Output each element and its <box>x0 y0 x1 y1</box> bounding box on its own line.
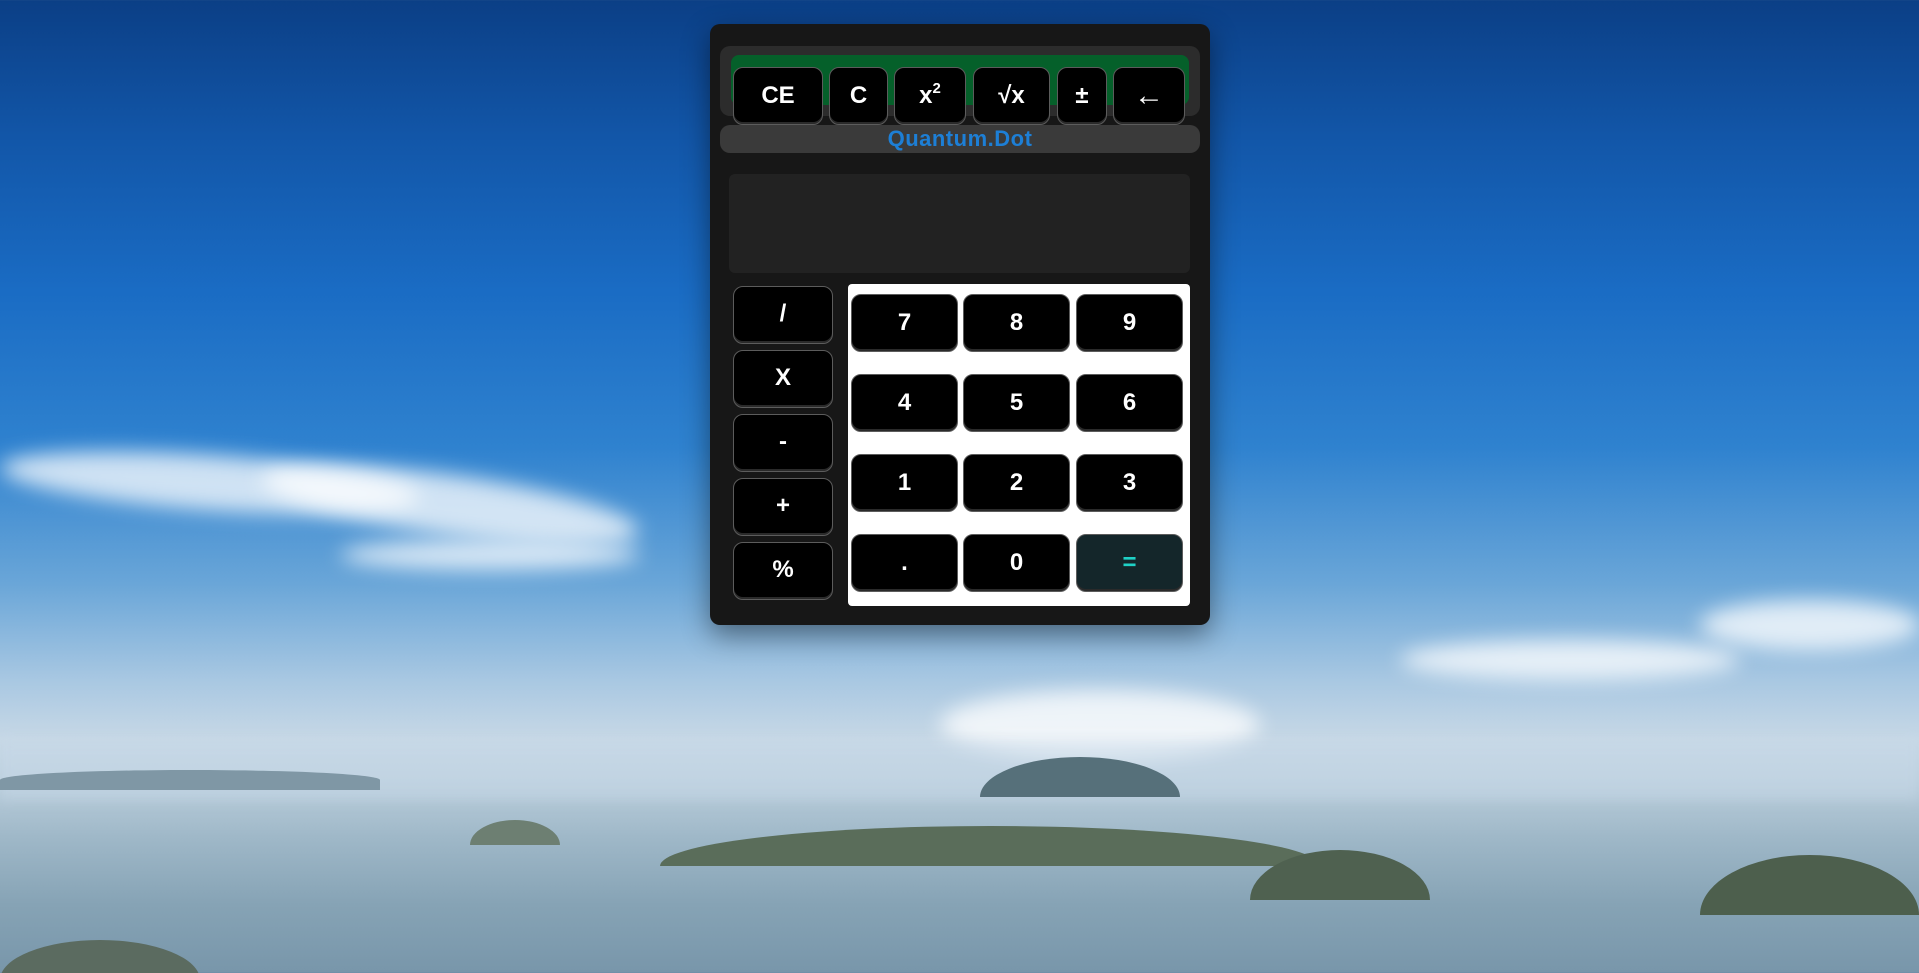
island <box>470 820 560 845</box>
island <box>1700 855 1919 915</box>
cloud <box>1700 600 1919 650</box>
digit-9-button[interactable]: 9 <box>1076 294 1183 352</box>
square-button-exponent: 2 <box>932 80 941 97</box>
clear-button[interactable]: C <box>829 67 888 125</box>
digit-2-button[interactable]: 2 <box>963 454 1070 512</box>
digit-8-button[interactable]: 8 <box>963 294 1070 352</box>
square-root-button[interactable]: √x <box>973 67 1050 125</box>
digit-6-button[interactable]: 6 <box>1076 374 1183 432</box>
island <box>0 940 200 973</box>
digit-7-button[interactable]: 7 <box>851 294 958 352</box>
brand-label: Quantum.Dot <box>720 125 1200 153</box>
equals-button[interactable]: = <box>1076 534 1183 592</box>
calculator: 10 Quantum.Dot CE C x2 √x ± ← / X - + % … <box>710 24 1210 625</box>
cloud <box>1400 640 1740 680</box>
square-button[interactable]: x2 <box>894 67 966 125</box>
subtract-button[interactable]: - <box>733 414 833 472</box>
square-button-label: x <box>919 82 933 109</box>
backspace-button[interactable]: ← <box>1113 67 1185 125</box>
add-button[interactable]: + <box>733 478 833 536</box>
plus-minus-button[interactable]: ± <box>1057 67 1107 125</box>
island <box>660 826 1320 866</box>
multiply-button[interactable]: X <box>733 350 833 408</box>
function-key-row <box>729 174 1190 273</box>
divide-button[interactable]: / <box>733 286 833 344</box>
cloud <box>340 540 640 570</box>
decimal-button[interactable]: . <box>851 534 958 592</box>
digit-3-button[interactable]: 3 <box>1076 454 1183 512</box>
digit-1-button[interactable]: 1 <box>851 454 958 512</box>
digit-4-button[interactable]: 4 <box>851 374 958 432</box>
distant-hills <box>0 770 380 790</box>
digit-0-button[interactable]: 0 <box>963 534 1070 592</box>
horizon-haze <box>0 740 1919 800</box>
digit-5-button[interactable]: 5 <box>963 374 1070 432</box>
clear-entry-button[interactable]: CE <box>733 67 823 125</box>
number-pad: 7 8 9 4 5 6 1 2 3 . 0 = <box>848 284 1190 606</box>
percent-button[interactable]: % <box>733 542 833 600</box>
